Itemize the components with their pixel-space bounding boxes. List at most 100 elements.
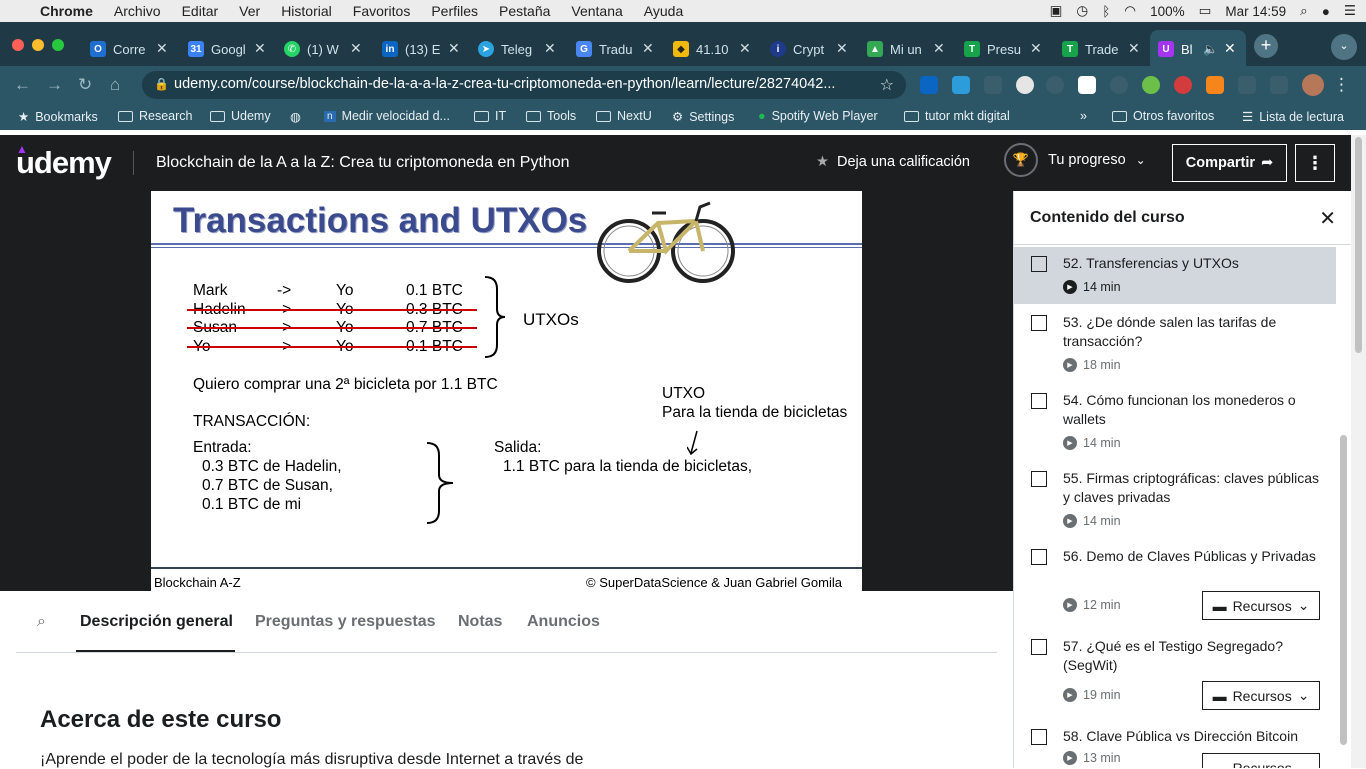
lecture-checkbox[interactable] — [1031, 393, 1047, 409]
bookmark-speedtest[interactable]: n Medir velocidad d... — [324, 109, 450, 123]
tab-preguntas[interactable]: Preguntas y respuestas — [255, 613, 436, 631]
sidebar-scrollbar[interactable] — [1340, 435, 1347, 745]
lecture-checkbox[interactable] — [1031, 729, 1047, 745]
grid-extension-icon[interactable] — [984, 76, 1002, 94]
speaker-icon[interactable]: 🔈 — [1203, 42, 1218, 56]
scrollbar-thumb[interactable] — [1355, 137, 1362, 353]
bookmarks-overflow-icon[interactable]: » — [1080, 109, 1087, 123]
metamask-icon[interactable] — [1206, 76, 1224, 94]
lecture-item-52[interactable]: 52. Transferencias y UTXOs ▶ 14 min — [1014, 247, 1336, 304]
bookmark-star-icon[interactable]: ☆ — [880, 75, 894, 95]
close-icon[interactable]: ✕ — [1319, 206, 1336, 231]
tab-search-button[interactable]: ⌄ — [1331, 34, 1357, 60]
share-button[interactable]: Compartir ➦ — [1172, 144, 1287, 182]
reading-list-icon[interactable] — [1270, 76, 1288, 94]
bookmark-bookmarks[interactable]: ★ Bookmarks — [18, 109, 98, 125]
menu-app[interactable]: Chrome — [40, 3, 93, 19]
menu-archivo[interactable]: Archivo — [114, 3, 161, 19]
linkedin-extension-icon[interactable] — [920, 76, 938, 94]
bookmark-globe[interactable]: ◍ — [290, 109, 301, 124]
lecture-item-55[interactable]: 55. Firmas criptográficas: claves públic… — [1014, 462, 1336, 540]
menu-perfiles[interactable]: Perfiles — [431, 3, 478, 19]
wifi-icon[interactable]: ◠ — [1124, 3, 1136, 19]
tab-outlook[interactable]: O Corre ✕ — [90, 36, 168, 62]
extension-icon[interactable] — [1174, 76, 1192, 94]
tab-binance[interactable]: ◆ 41.10 ✕ — [673, 36, 751, 62]
siri-icon[interactable]: ● — [1322, 4, 1330, 19]
reload-icon[interactable]: ↻ — [78, 75, 92, 95]
lecture-checkbox[interactable] — [1031, 549, 1047, 565]
menu-pestana[interactable]: Pestaña — [499, 3, 550, 19]
avatar[interactable] — [1302, 74, 1324, 96]
extension-icon[interactable] — [1046, 76, 1064, 94]
progress-dropdown[interactable]: 🏆 Tu progreso ⌄ — [1004, 143, 1146, 177]
bookmark-udemy[interactable]: Udemy — [210, 109, 271, 123]
forward-icon[interactable]: → — [46, 75, 63, 95]
menu-ventana[interactable]: Ventana — [571, 3, 622, 19]
resources-dropdown[interactable]: ▬ Recursos ⌄ — [1202, 591, 1320, 620]
time-machine-icon[interactable]: ◷ — [1076, 3, 1088, 19]
tab-presupuesto[interactable]: T Presu ✕ — [964, 36, 1042, 62]
puzzle-extensions-icon[interactable] — [1238, 76, 1256, 94]
back-icon[interactable]: ← — [14, 75, 31, 95]
home-icon[interactable]: ⌂ — [110, 75, 120, 95]
tab-trade[interactable]: T Trade ✕ — [1062, 36, 1140, 62]
lecture-item-56[interactable]: 56. Demo de Claves Públicas y Privadas ▶… — [1014, 540, 1336, 630]
tab-descripcion[interactable]: Descripción general — [80, 613, 233, 631]
tab-google-calendar[interactable]: 31 Googl ✕ — [188, 36, 266, 62]
bluetooth-icon[interactable]: ᛒ — [1102, 4, 1110, 19]
menu-editar[interactable]: Editar — [182, 3, 219, 19]
new-tab-button[interactable]: + — [1254, 34, 1278, 58]
tab-notas[interactable]: Notas — [458, 613, 502, 631]
extension-icon[interactable] — [952, 76, 970, 94]
bookmark-settings[interactable]: ⚙ Settings — [672, 109, 734, 125]
clock[interactable]: Mar 14:59 — [1225, 4, 1286, 19]
bookmark-nextu[interactable]: NextU — [596, 109, 652, 123]
close-window-icon[interactable] — [12, 39, 24, 51]
udemy-logo[interactable]: ▲ udemy — [16, 142, 112, 181]
menu-historial[interactable]: Historial — [281, 3, 332, 19]
tab-whatsapp[interactable]: ✆ (1) W ✕ — [284, 36, 362, 62]
bookmark-research[interactable]: Research — [118, 109, 193, 123]
control-center-icon[interactable]: ☰ — [1344, 3, 1356, 19]
search-icon[interactable]: ⌕ — [1300, 3, 1308, 19]
lecture-item-54[interactable]: 54. Cómo funcionan los monederos o walle… — [1014, 384, 1336, 462]
extension-icon[interactable] — [1016, 76, 1034, 94]
rate-button[interactable]: ★ Deja una calificación — [816, 154, 970, 170]
menu-favoritos[interactable]: Favoritos — [353, 3, 411, 19]
menu-kebab-icon[interactable]: ⋮ — [1333, 75, 1350, 95]
course-title[interactable]: Blockchain de la A a la Z: Crea tu cript… — [156, 154, 570, 172]
tab-telegram[interactable]: ➤ Teleg ✕ — [478, 36, 556, 62]
more-options-button[interactable]: ⋮ — [1295, 144, 1335, 182]
url-text[interactable]: udemy.com/course/blockchain-de-la-a-a-la… — [174, 76, 864, 92]
bookmark-otros[interactable]: Otros favoritos — [1112, 109, 1214, 123]
tab-anuncios[interactable]: Anuncios — [527, 613, 600, 631]
extension-icon[interactable] — [1078, 76, 1096, 94]
tab-translate[interactable]: G Tradu ✕ — [576, 36, 654, 62]
tab-udemy-active[interactable]: UBl🔈✕ — [1158, 36, 1236, 62]
url-bar[interactable]: 🔒 udemy.com/course/blockchain-de-la-a-a-… — [142, 71, 906, 99]
page-scrollbar[interactable] — [1351, 135, 1366, 768]
bookmark-spotify[interactable]: ● Spotify Web Player — [758, 109, 878, 123]
vpn-icon[interactable]: ▣ — [1050, 3, 1063, 19]
lecture-checkbox[interactable] — [1031, 256, 1047, 272]
menu-ayuda[interactable]: Ayuda — [644, 3, 683, 19]
lecture-item-57[interactable]: 57. ¿Qué es el Testigo Segregado? (SegWi… — [1014, 630, 1336, 720]
lecture-item-53[interactable]: 53. ¿De dónde salen las tarifas de trans… — [1014, 306, 1336, 384]
battery-label[interactable]: 100% — [1150, 4, 1185, 19]
tab-crypto[interactable]: i Crypt ✕ — [770, 36, 848, 62]
video-player[interactable]: Transactions and UTXOs Mark -> Yo 0.1 BT… — [0, 191, 1013, 591]
frog-extension-icon[interactable] — [1142, 76, 1160, 94]
bookmark-it[interactable]: IT — [474, 109, 506, 123]
search-icon[interactable]: ⌕ — [37, 613, 46, 631]
lecture-checkbox[interactable] — [1031, 639, 1047, 655]
lecture-item-58[interactable]: 58. Clave Pública vs Dirección Bitcoin ▶… — [1014, 720, 1336, 768]
tab-drive[interactable]: ▲ Mi un ✕ — [867, 36, 945, 62]
resources-dropdown[interactable]: ▬ Recursos ⌄ — [1202, 681, 1320, 710]
lecture-checkbox[interactable] — [1031, 315, 1047, 331]
menu-ver[interactable]: Ver — [239, 3, 260, 19]
lecture-checkbox[interactable] — [1031, 471, 1047, 487]
bookmark-reading-list[interactable]: ☰ Lista de lectura — [1242, 109, 1344, 125]
lock-icon[interactable]: 🔒 — [154, 77, 169, 91]
resources-dropdown[interactable]: ▬ Recursos ⌄ — [1202, 753, 1320, 768]
